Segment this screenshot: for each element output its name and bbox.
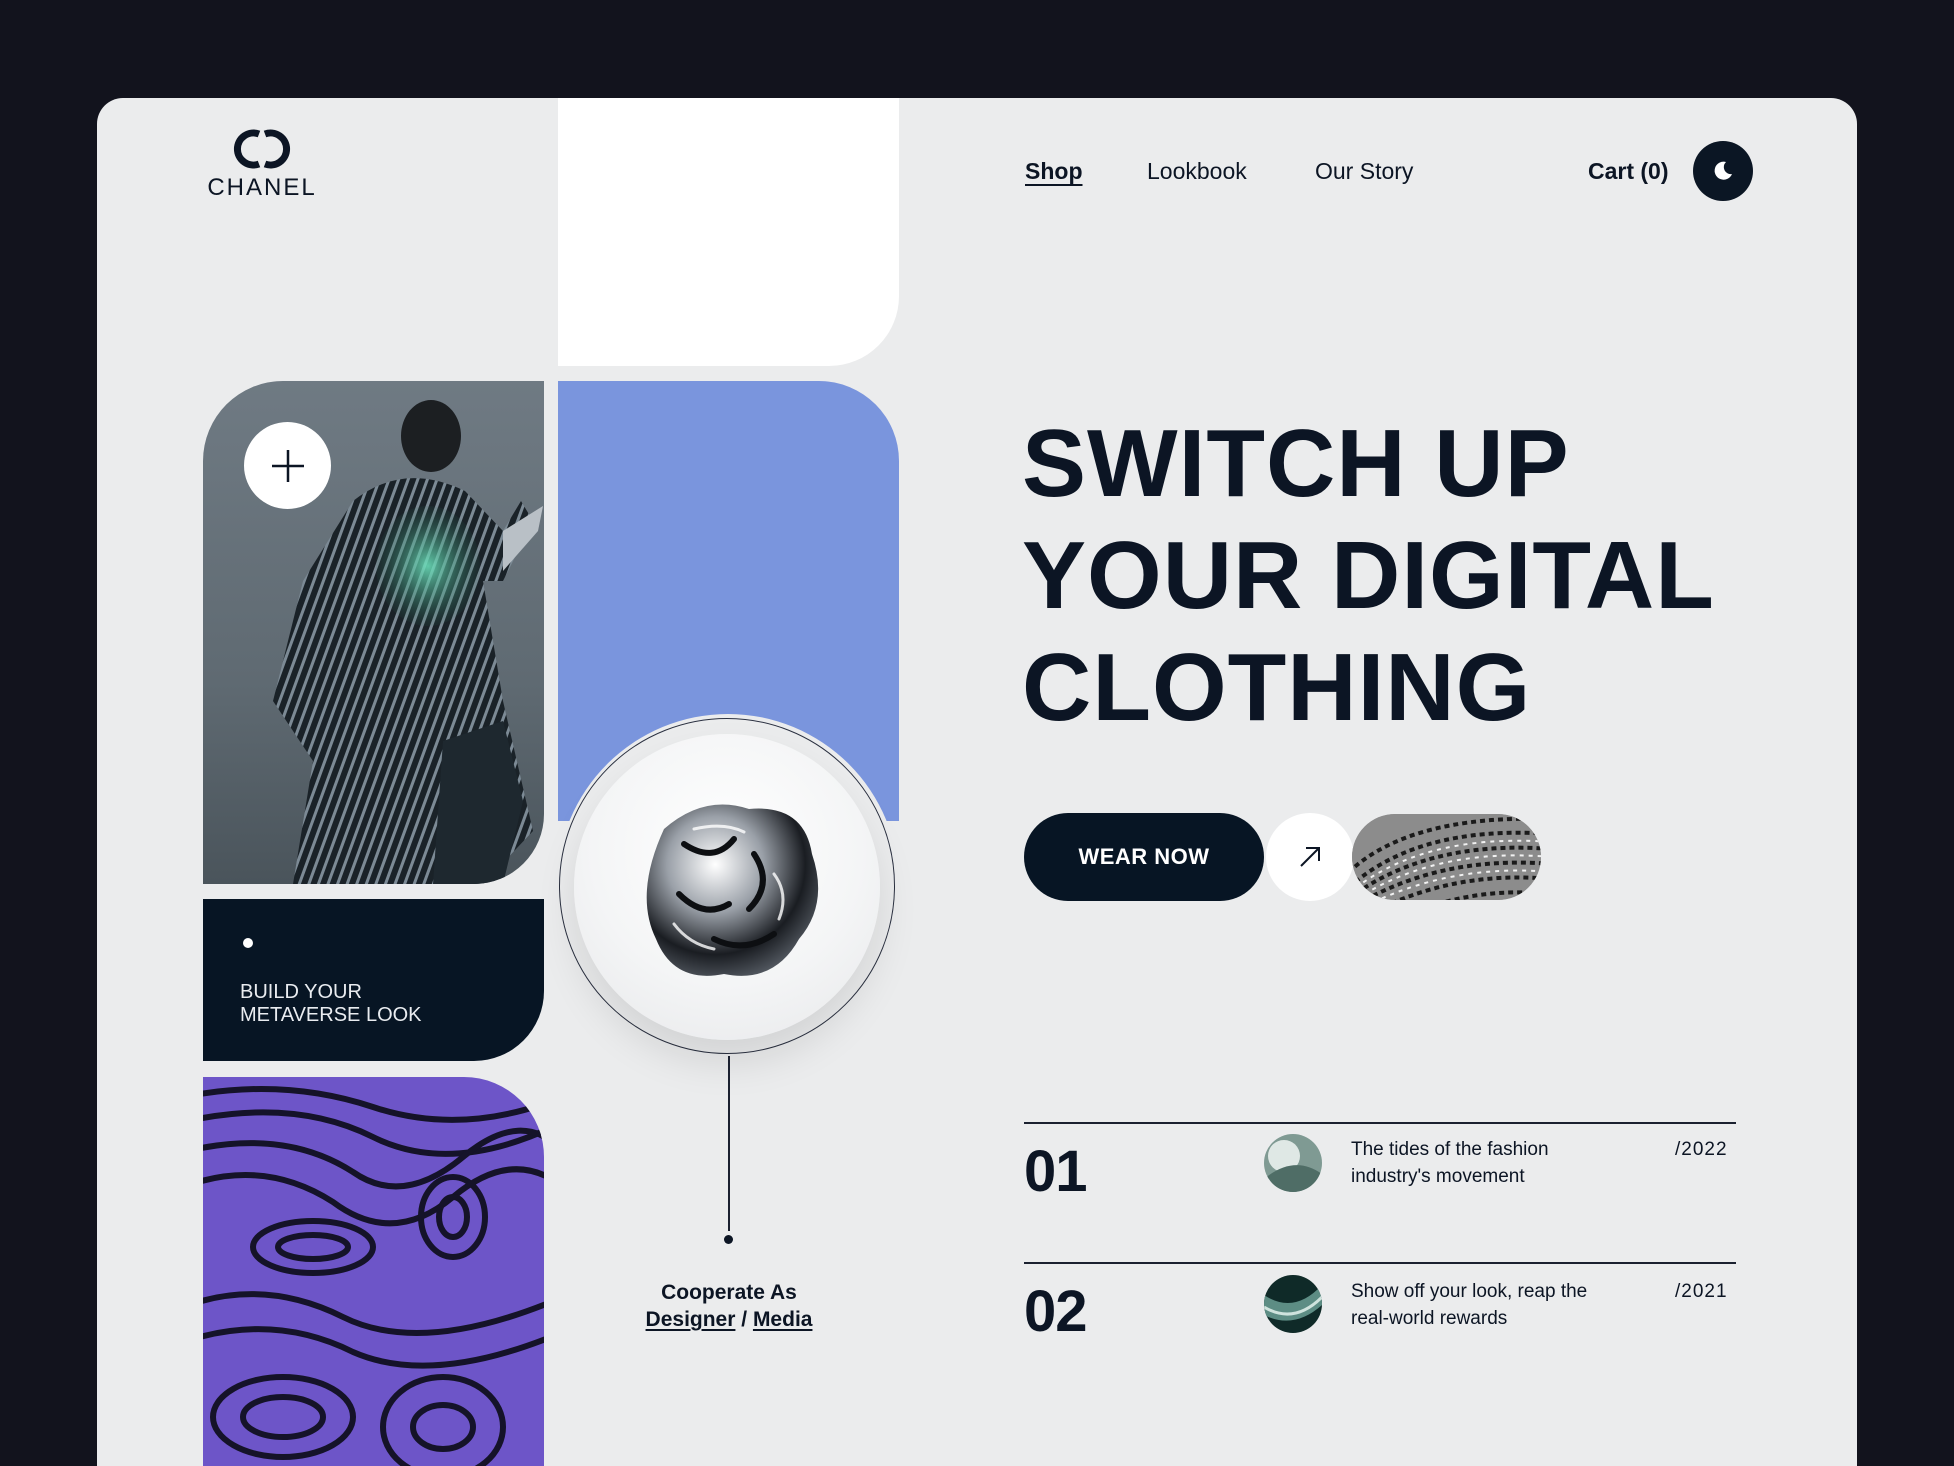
media-link[interactable]: Media: [753, 1308, 813, 1331]
designer-link[interactable]: Designer: [646, 1308, 736, 1331]
row-thumbnail[interactable]: [1264, 1134, 1322, 1192]
row-thumbnail[interactable]: [1264, 1275, 1322, 1333]
abstract-thumbnail-image: [1264, 1275, 1322, 1333]
nav-shop[interactable]: Shop: [1025, 158, 1083, 185]
nav-our-story[interactable]: Our Story: [1315, 158, 1413, 185]
row-number: 01: [1024, 1139, 1088, 1204]
chrome-sculpture-image: [646, 804, 819, 976]
hero-heading: SWITCH UP YOUR DIGITAL CLOTHING: [1022, 408, 1742, 744]
hero-line-1: SWITCH UP: [1022, 410, 1570, 517]
plus-icon: [271, 449, 304, 482]
card-dot: [243, 938, 253, 948]
pattern-thumbnail[interactable]: [1352, 814, 1541, 900]
theme-toggle-button[interactable]: [1693, 141, 1753, 201]
arrow-button[interactable]: [1266, 813, 1354, 901]
row-description: The tides of the fashion industry's move…: [1351, 1139, 1549, 1187]
hero-line-2: YOUR DIGITAL: [1022, 522, 1715, 629]
nav-lookbook[interactable]: Lookbook: [1147, 158, 1247, 185]
wave-pattern-card: [203, 1077, 544, 1466]
add-button[interactable]: [244, 422, 331, 509]
row-number: 02: [1024, 1279, 1088, 1344]
texture-image: [1352, 814, 1541, 900]
metaverse-card-text: BUILD YOUR METAVERSE LOOK: [240, 981, 422, 1026]
wave-pattern-image: [203, 1086, 544, 1466]
page-frame: CHANEL Shop Lookbook Our Story Cart (0): [97, 98, 1857, 1466]
metaverse-card[interactable]: [203, 899, 544, 1061]
wear-now-button[interactable]: WEAR NOW: [1024, 813, 1264, 901]
row-divider: [1024, 1122, 1736, 1124]
cooperate-separator: /: [735, 1308, 753, 1331]
abstract-thumbnail-image: [1264, 1134, 1322, 1192]
brand-logo[interactable]: CHANEL: [197, 122, 327, 202]
chanel-cc-icon: [234, 129, 290, 169]
arrow-up-right-icon: [1300, 847, 1320, 867]
cooperate-label: Cooperate As: [661, 1281, 797, 1304]
connector-line: [728, 1056, 730, 1231]
row-year: /2021: [1675, 1281, 1728, 1302]
cart-link[interactable]: Cart (0): [1588, 158, 1669, 185]
hero-line-3: CLOTHING: [1022, 634, 1532, 741]
row-year: /2022: [1675, 1139, 1728, 1160]
brand-name: CHANEL: [207, 174, 317, 201]
chrome-orb[interactable]: [574, 734, 880, 1040]
cooperate-block: Cooperate As Designer / Media: [617, 1279, 841, 1333]
row-description: Show off your look, reap the real-world …: [1351, 1281, 1588, 1329]
moon-icon: [1714, 161, 1732, 180]
white-tile: [558, 98, 899, 366]
row-divider: [1024, 1262, 1736, 1264]
connector-dot: [724, 1235, 733, 1244]
